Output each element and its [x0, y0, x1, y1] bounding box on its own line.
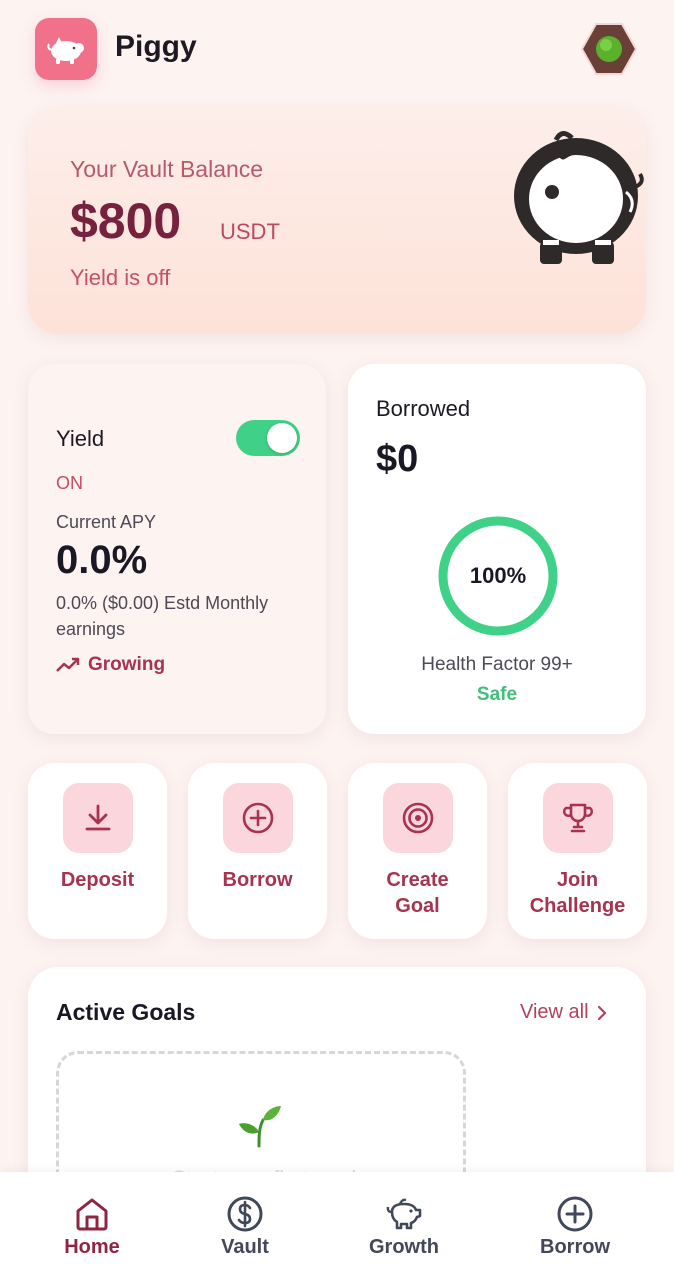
join-challenge-button[interactable]: Join Challenge — [508, 763, 647, 939]
action-label: Deposit — [60, 869, 135, 891]
trophy-icon — [563, 803, 593, 833]
tab-borrow[interactable]: Borrow — [505, 1172, 645, 1280]
app-logo[interactable] — [35, 18, 97, 80]
deposit-button[interactable]: Deposit — [28, 763, 167, 939]
borrow-button[interactable]: Borrow — [188, 763, 327, 939]
plus-circle-icon — [242, 802, 274, 834]
action-label-text: Join Challenge — [529, 869, 626, 917]
download-icon — [85, 804, 111, 831]
piggy-bank-icon — [514, 131, 644, 264]
create-goal-button[interactable]: Create Goal — [348, 763, 487, 939]
health-factor-label: Health Factor 99+ — [421, 654, 573, 675]
health-gauge-value: 100% — [469, 563, 527, 588]
yield-status-text: Yield is off — [70, 265, 171, 290]
avatar-icon — [580, 23, 638, 75]
monthly-earnings-estimate: 0.0% ($0.00) Estd Monthly earnings — [56, 593, 269, 639]
vault-balance-unit: USDT — [220, 219, 280, 244]
growth-trend: Growing — [56, 654, 165, 676]
trend-label: Growing — [88, 654, 166, 675]
action-icon-wrap — [383, 783, 453, 853]
sprout-icon — [239, 1106, 281, 1148]
tab-label: Vault — [221, 1236, 269, 1258]
tab-label: Growth — [369, 1236, 439, 1258]
apy-label: Current APY — [56, 512, 157, 532]
chevron-right-icon — [597, 1005, 606, 1020]
tab-label: Borrow — [540, 1236, 610, 1258]
yield-card: Yield ON Current APY 0.0% 0.0% ($0.00) E… — [28, 364, 326, 734]
yield-title: Yield — [56, 426, 105, 451]
avatar[interactable] — [580, 20, 638, 78]
action-label: Borrow — [222, 869, 293, 891]
target-icon — [402, 802, 434, 834]
dollar-icon — [227, 1196, 263, 1232]
app-title: Piggy — [115, 30, 197, 63]
action-label: Join Challenge — [508, 867, 647, 919]
view-all-link[interactable]: View all — [520, 1001, 607, 1024]
active-goals-title: Active Goals — [56, 999, 196, 1025]
borrowed-card[interactable]: Borrowed $0 100% Health Factor 99+ Safe — [348, 364, 646, 734]
apy-value: 0.0% — [56, 538, 148, 582]
vault-balance-card[interactable]: Your Vault Balance $800 USDT Yield is of… — [28, 108, 646, 334]
action-icon-wrap — [223, 783, 293, 853]
tab-vault[interactable]: Vault — [175, 1172, 315, 1280]
action-icon-wrap — [543, 783, 613, 853]
health-status: Safe — [476, 684, 518, 705]
view-all-label: View all — [520, 1001, 589, 1023]
tab-label: Home — [64, 1236, 120, 1258]
yield-state: ON — [56, 473, 83, 493]
piggy-icon — [386, 1198, 422, 1230]
yield-toggle[interactable] — [236, 420, 300, 456]
action-label: Create Goal — [348, 867, 487, 919]
borrowed-title: Borrowed — [376, 396, 471, 421]
action-label-text: Create Goal — [386, 869, 449, 917]
tab-home[interactable]: Home — [22, 1172, 162, 1280]
borrowed-amount: $0 — [376, 438, 419, 480]
toggle-knob — [267, 423, 297, 453]
trending-up-icon — [56, 657, 80, 672]
tab-growth[interactable]: Growth — [334, 1172, 474, 1280]
action-icon-wrap — [63, 783, 133, 853]
vault-balance-amount: $800 — [70, 193, 182, 249]
bottom-tab-bar: Home Vault Growth Borrow — [0, 1172, 674, 1280]
home-icon — [76, 1198, 108, 1231]
pig-icon — [47, 37, 84, 64]
app-header: Piggy — [0, 0, 674, 100]
plus-circle-icon — [557, 1196, 593, 1232]
vault-balance-label: Your Vault Balance — [70, 156, 264, 182]
